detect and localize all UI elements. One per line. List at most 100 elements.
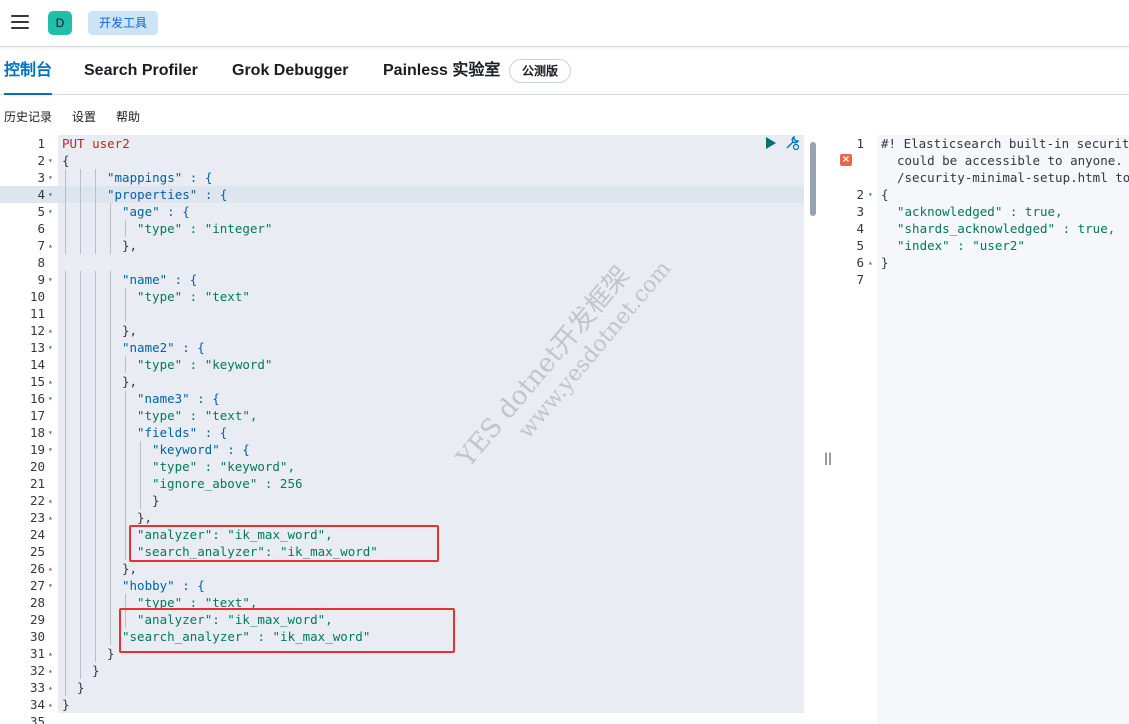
fold-down-icon[interactable]: ▾	[48, 577, 53, 594]
code-line[interactable]: 35	[0, 713, 804, 724]
code-line[interactable]: 14 "type" : "keyword"	[0, 356, 804, 373]
fold-down-icon[interactable]: ▾	[868, 186, 873, 203]
code-text: },	[137, 510, 153, 525]
fold-up-icon[interactable]: ▴	[48, 696, 53, 713]
indent-guide	[110, 526, 111, 543]
code-line[interactable]: 26 ▴},	[0, 560, 804, 577]
tab-console[interactable]: 控制台	[4, 47, 53, 95]
fold-up-icon[interactable]: ▴	[48, 645, 53, 662]
code-text: }	[62, 697, 70, 712]
code-line[interactable]: 4 ▾ "properties" : {	[0, 186, 804, 203]
menu-icon[interactable]	[11, 15, 29, 29]
code-line[interactable]: 20 "type" : "keyword",	[0, 458, 804, 475]
fold-down-icon[interactable]: ▾	[48, 441, 53, 458]
code-line[interactable]: 5 ▾ "age" : {	[0, 203, 804, 220]
panel-resizer[interactable]	[818, 135, 836, 724]
line-number: 34	[29, 697, 45, 712]
fold-down-icon[interactable]: ▾	[48, 271, 53, 288]
fold-up-icon[interactable]: ▴	[48, 679, 53, 696]
indent-guide	[80, 169, 81, 186]
code-line[interactable]: 13 ▾ "name2" : {	[0, 339, 804, 356]
response-text: {	[881, 187, 889, 202]
code-line[interactable]: 6 "type" : "integer"	[0, 220, 804, 237]
code-line[interactable]: 9 ▾ "name" : {	[0, 271, 804, 288]
editor-scrollbar[interactable]	[810, 142, 816, 216]
code-line[interactable]: 1 PUT user2	[0, 135, 804, 152]
code-line[interactable]: 33 ▴}	[0, 679, 804, 696]
code-line[interactable]: 8	[0, 254, 804, 271]
line-number: 8	[37, 255, 45, 270]
line-number: 31	[29, 646, 45, 661]
code-line[interactable]: 10 "type" : "text"	[0, 288, 804, 305]
code-line[interactable]: 17 "type" : "text",	[0, 407, 804, 424]
line-number: 13	[29, 340, 45, 355]
indent-guide	[110, 407, 111, 424]
fold-up-icon[interactable]: ▴	[868, 254, 873, 271]
code-line[interactable]: 3 ▾ "mappings" : {	[0, 169, 804, 186]
indent-guide	[80, 441, 81, 458]
indent-guide	[65, 288, 66, 305]
code-text: "fields" : {	[137, 425, 228, 440]
code-line[interactable]: 23 ▴},	[0, 509, 804, 526]
play-icon[interactable]	[766, 137, 776, 149]
line-number: 16	[29, 391, 45, 406]
code-line[interactable]: 32 ▴}	[0, 662, 804, 679]
fold-down-icon[interactable]: ▾	[48, 186, 53, 203]
fold-down-icon[interactable]: ▾	[48, 424, 53, 441]
code-line[interactable]: 34 ▴}	[0, 696, 804, 713]
code-line[interactable]: 18 ▾ "fields" : {	[0, 424, 804, 441]
fold-up-icon[interactable]: ▴	[48, 662, 53, 679]
fold-down-icon[interactable]: ▾	[48, 390, 53, 407]
code-line[interactable]: 21 "ignore_above" : 256	[0, 475, 804, 492]
tab-grok-debugger[interactable]: Grok Debugger	[232, 47, 348, 94]
indent-guide	[65, 407, 66, 424]
wrench-icon[interactable]	[784, 135, 800, 151]
indent-guide	[125, 492, 126, 509]
fold-down-icon[interactable]: ▾	[48, 169, 53, 186]
fold-up-icon[interactable]: ▴	[48, 509, 53, 526]
fold-up-icon[interactable]: ▴	[48, 492, 53, 509]
indent-guide	[125, 475, 126, 492]
code-text: "name" : {	[122, 272, 198, 287]
indent-guide	[95, 492, 96, 509]
code-line[interactable]: 7 ▴},	[0, 237, 804, 254]
indent-guide	[110, 475, 111, 492]
tab-painless-lab[interactable]: Painless 实验室	[383, 47, 500, 94]
fold-up-icon[interactable]: ▴	[48, 322, 53, 339]
indent-guide	[80, 594, 81, 611]
help-link[interactable]: 帮助	[116, 108, 140, 125]
settings-link[interactable]: 设置	[72, 108, 96, 125]
code-line[interactable]: 15 ▴},	[0, 373, 804, 390]
indent-guide	[80, 373, 81, 390]
fold-down-icon[interactable]: ▾	[48, 339, 53, 356]
line-number: 18	[29, 425, 45, 440]
indent-guide	[95, 203, 96, 220]
indent-guide	[125, 356, 126, 373]
indent-guide	[140, 458, 141, 475]
fold-up-icon[interactable]: ▴	[48, 237, 53, 254]
resize-handle-icon[interactable]: ||	[824, 451, 832, 465]
code-line[interactable]: 2 ▾ {	[0, 152, 804, 169]
history-link[interactable]: 历史记录	[4, 108, 52, 125]
tab-search-profiler[interactable]: Search Profiler	[84, 47, 198, 94]
code-line[interactable]: 11	[0, 305, 804, 322]
line-number: 7	[856, 272, 864, 287]
fold-down-icon[interactable]: ▾	[48, 152, 53, 169]
fold-up-icon[interactable]: ▴	[48, 373, 53, 390]
indent-guide	[80, 288, 81, 305]
indent-guide	[80, 271, 81, 288]
indent-guide	[125, 543, 126, 560]
code-line[interactable]: 16 ▾ "name3" : {	[0, 390, 804, 407]
code-line[interactable]: 12 ▴},	[0, 322, 804, 339]
breadcrumb[interactable]: 开发工具	[88, 11, 159, 35]
code-line[interactable]: 19 ▾ "keyword" : {	[0, 441, 804, 458]
code-line[interactable]: 22 ▴}	[0, 492, 804, 509]
indent-guide	[65, 271, 66, 288]
space-avatar[interactable]: D	[48, 11, 72, 35]
indent-guide	[95, 543, 96, 560]
fold-up-icon[interactable]: ▴	[48, 560, 53, 577]
code-line[interactable]: 27 ▾ "hobby" : {	[0, 577, 804, 594]
fold-down-icon[interactable]: ▾	[48, 203, 53, 220]
line-number: 30	[29, 629, 45, 644]
line-number: 27	[29, 578, 45, 593]
